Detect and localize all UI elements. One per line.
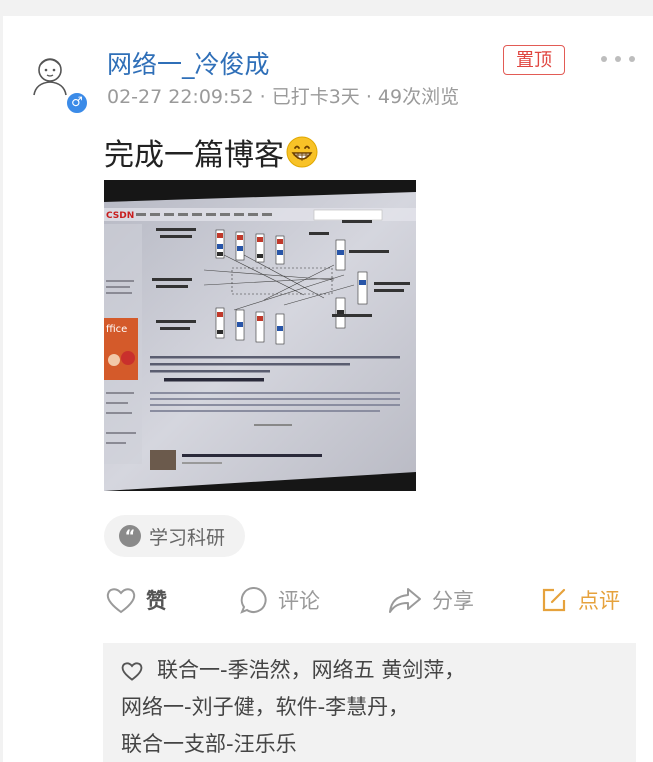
topic-tag[interactable]: “ 学习科研 [104, 515, 245, 557]
likers-text[interactable]: 联合一支部-汪乐乐 [121, 726, 297, 762]
share-button[interactable]: 分享 [388, 583, 474, 617]
like-label: 赞 [146, 589, 167, 613]
left-border [0, 16, 3, 762]
comment-button[interactable]: 评论 [238, 583, 320, 617]
grinning-emoji-icon [286, 136, 318, 168]
post-photo[interactable]: CSDN ffice [104, 180, 416, 491]
likes-line: 网络一-刘子健，软件-李慧丹， [121, 689, 636, 726]
review-button[interactable]: 点评 [540, 583, 620, 617]
username[interactable]: 网络一_冷俊成 [107, 45, 270, 81]
post-card: ♂ 网络一_冷俊成 02-27 22:09:52 · 已打卡3天 · 49次浏览… [0, 0, 653, 762]
post-meta: 02-27 22:09:52 · 已打卡3天 · 49次浏览 [107, 86, 460, 108]
likes-line: 联合一支部-汪乐乐 [121, 726, 636, 762]
likes-line: 联合一-季浩然，网络五 黄剑萍， [121, 652, 636, 689]
likers-text[interactable]: 网络一-刘子健，软件-李慧丹， [121, 689, 409, 726]
comment-icon [240, 586, 267, 614]
share-icon [389, 588, 421, 613]
edit-icon [542, 588, 566, 612]
heart-icon [106, 588, 136, 614]
post-content: 完成一篇博客 [104, 130, 318, 174]
likes-list: 联合一-季浩然，网络五 黄剑萍， 网络一-刘子健，软件-李慧丹， 联合一支部-汪… [103, 643, 636, 762]
like-button[interactable]: 赞 [106, 583, 167, 617]
share-label: 分享 [432, 589, 474, 613]
svg-text:CSDN: CSDN [106, 211, 134, 221]
pinned-badge: 置顶 [503, 45, 565, 75]
quote-icon: “ [119, 525, 141, 547]
male-icon: ♂ [65, 91, 89, 115]
post-text: 完成一篇博客 [104, 138, 284, 173]
more-icon[interactable] [601, 56, 635, 66]
review-label: 点评 [578, 589, 620, 613]
avatar[interactable] [28, 52, 72, 96]
heart-icon [121, 661, 143, 681]
comment-label: 评论 [278, 589, 320, 613]
svg-text:ffice: ffice [106, 324, 127, 335]
topic-tag-label: 学习科研 [149, 526, 226, 549]
likers-text[interactable]: 联合一-季浩然，网络五 黄剑萍， [157, 652, 465, 689]
top-separator [0, 0, 653, 16]
